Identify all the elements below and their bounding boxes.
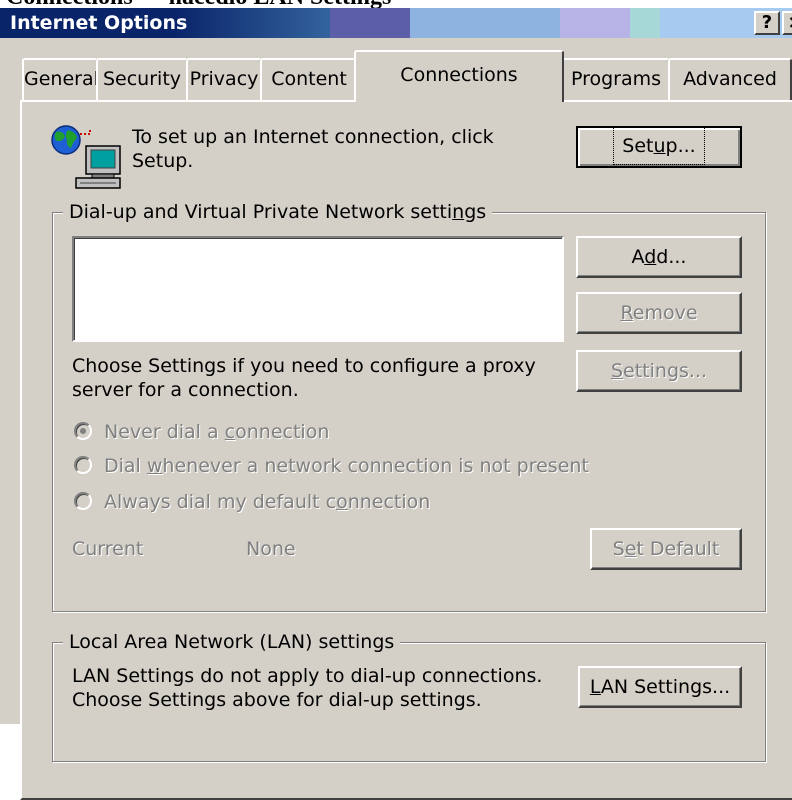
connections-listbox[interactable]: [72, 236, 564, 342]
setup-button[interactable]: Setup...: [576, 126, 742, 168]
remove-button[interactable]: Remove: [576, 292, 742, 334]
radio-label: Always dial my default connection: [104, 491, 431, 513]
tab-privacy[interactable]: Privacy: [186, 58, 262, 100]
tab-label: Programs: [570, 68, 662, 90]
lan-description: LAN Settings do not apply to dial-up con…: [72, 665, 543, 711]
tab-label: Security: [102, 68, 182, 90]
title-bar[interactable]: Internet Options ? ×: [0, 8, 792, 38]
tab-label: Advanced: [683, 68, 777, 90]
radio-indicator[interactable]: [74, 492, 92, 510]
close-button[interactable]: ×: [782, 11, 792, 35]
tab-label: General: [24, 68, 99, 90]
radio-indicator[interactable]: [74, 456, 92, 474]
tab-label: Privacy: [189, 68, 259, 90]
title-bar-shade: [630, 8, 660, 38]
title-bar-shade: [410, 8, 560, 38]
current-label: Current: [72, 538, 144, 560]
radio-indicator[interactable]: [74, 422, 92, 440]
tab-programs[interactable]: Programs: [562, 58, 670, 100]
help-button[interactable]: ?: [754, 11, 780, 35]
globe-computer-icon: [51, 125, 121, 189]
tab-label: Content: [271, 68, 347, 90]
set-default-button[interactable]: Set Default: [590, 528, 742, 570]
dialup-group-label: Dial-up and Virtual Private Network sett…: [63, 200, 493, 224]
tab-security[interactable]: Security: [96, 58, 188, 100]
tab-label: Connections: [400, 64, 518, 86]
current-value: None: [246, 538, 296, 560]
tab-advanced[interactable]: Advanced: [668, 58, 792, 100]
title-bar-shade: [330, 8, 410, 38]
radio-label: Never dial a connection: [104, 421, 330, 443]
radio-label: Dial whenever a network connection is no…: [104, 455, 589, 477]
title-bar-shade: [560, 8, 630, 38]
window-title: Internet Options: [10, 12, 188, 34]
lan-group-label: Local Area Network (LAN) settings: [63, 630, 401, 654]
tab-connections[interactable]: Connections: [354, 50, 564, 102]
setup-description: To set up an Internet connection, click …: [132, 126, 494, 172]
lan-settings-button[interactable]: LAN Settings...: [578, 666, 742, 708]
radio-checked-dot: [80, 428, 86, 434]
tab-content[interactable]: Content: [260, 58, 358, 100]
add-button[interactable]: Add...: [576, 236, 742, 278]
proxy-description: Choose Settings if you need to configure…: [72, 355, 536, 401]
tab-general[interactable]: General: [22, 58, 99, 100]
settings-button[interactable]: Settings...: [576, 350, 742, 392]
